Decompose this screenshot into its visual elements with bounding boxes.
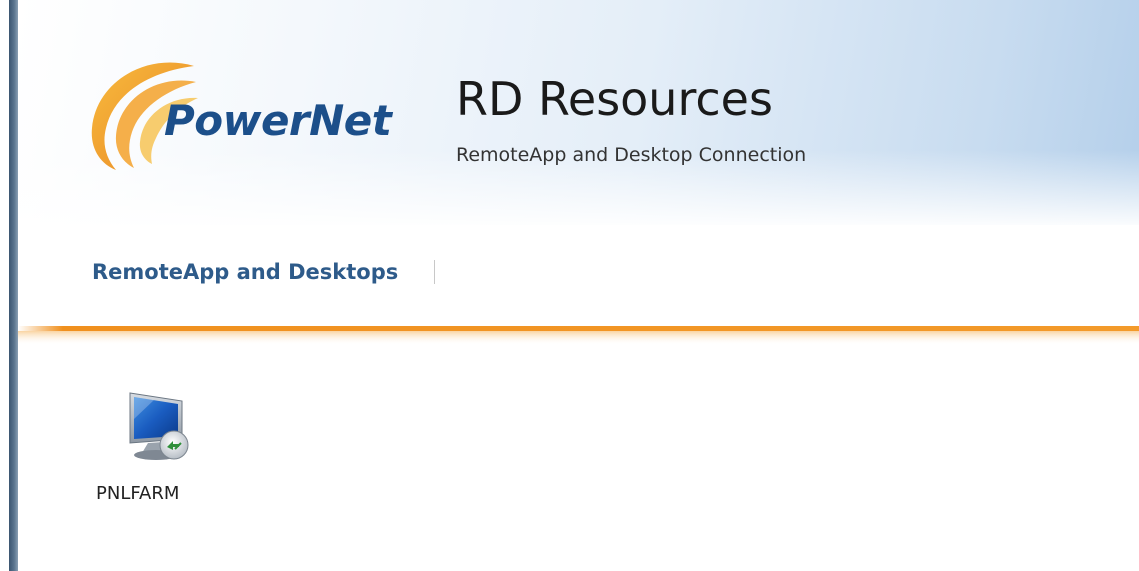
- window-edge: [9, 0, 18, 571]
- nav-separator: [434, 260, 436, 284]
- rd-web-access-page: PowerNet RD Resources RemoteApp and Desk…: [0, 0, 1139, 571]
- remote-desktop-icon: [129, 392, 189, 460]
- powernet-logo: PowerNet: [86, 52, 436, 174]
- resource-label: PNLFARM: [96, 483, 180, 504]
- page-subtitle: RemoteApp and Desktop Connection: [456, 144, 807, 166]
- nav-bar: RemoteApp and Desktops: [92, 257, 436, 287]
- resource-item-pnlfarm[interactable]: PNLFARM: [96, 383, 216, 513]
- tab-remoteapp-and-desktops[interactable]: RemoteApp and Desktops: [92, 260, 398, 284]
- page-title: RD Resources: [456, 72, 773, 126]
- logo-wordmark: PowerNet: [164, 96, 392, 145]
- orange-divider: [18, 322, 1139, 348]
